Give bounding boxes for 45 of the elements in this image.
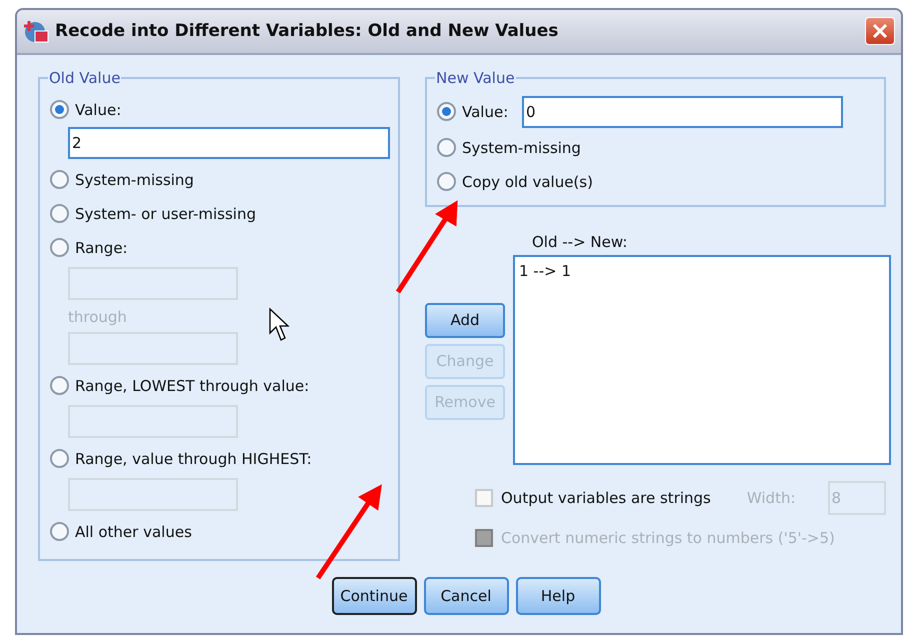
- radio-button[interactable]: [50, 170, 69, 190]
- radio-button[interactable]: [50, 449, 69, 468]
- radio-label: Value:: [75, 100, 122, 119]
- new-value-field[interactable]: 0: [522, 96, 843, 128]
- width-label: Width:: [746, 488, 796, 507]
- radio-label: Range, value through HIGHEST:: [75, 450, 312, 468]
- radio-label: System-missing: [75, 170, 194, 189]
- dialog-button[interactable]: Help: [516, 576, 600, 615]
- dialog-button[interactable]: Cancel: [424, 576, 508, 615]
- radio-label: System-missing: [462, 138, 581, 157]
- radio-button[interactable]: [50, 376, 69, 396]
- range-field[interactable]: [68, 404, 238, 438]
- mouse-pointer-icon: [269, 308, 290, 341]
- radio-label: Range:: [75, 238, 128, 257]
- radio-button[interactable]: [50, 238, 69, 258]
- close-icon: [872, 23, 888, 40]
- radio-button[interactable]: [437, 102, 456, 122]
- through-label: through: [68, 308, 127, 326]
- radio-label: Range, LOWEST through value:: [75, 376, 310, 395]
- list-item[interactable]: 1 --> 1: [519, 262, 885, 280]
- checkbox[interactable]: [475, 488, 493, 507]
- range-end-field[interactable]: [68, 332, 238, 365]
- window-title: Recode into Different Variables: Old and New Values: [55, 21, 560, 42]
- list-label: Old --> New:: [532, 232, 628, 251]
- radio-button[interactable]: [50, 522, 69, 542]
- mapping-list[interactable]: 1 --> 1: [513, 254, 891, 465]
- group-title: New Value: [435, 68, 516, 87]
- checkbox-label: Output variables are strings: [501, 488, 711, 507]
- group-title: Old Value: [48, 68, 122, 87]
- radio-label: Copy old value(s): [462, 172, 593, 191]
- range-start-field[interactable]: [68, 266, 238, 300]
- checkbox-label: Convert numeric strings to numbers ('5'->5): [501, 528, 835, 547]
- app-icon: [23, 19, 49, 44]
- list-action-button[interactable]: Add: [425, 302, 505, 338]
- radio-button[interactable]: [50, 204, 69, 224]
- value-field[interactable]: 2: [68, 126, 390, 159]
- radio-button[interactable]: [437, 172, 456, 192]
- radio-button[interactable]: [437, 138, 456, 158]
- radio-button[interactable]: [50, 100, 69, 120]
- dialog-button[interactable]: Continue: [332, 576, 416, 615]
- radio-label: Value:: [462, 102, 510, 121]
- range-field[interactable]: [68, 478, 238, 511]
- close-button[interactable]: [865, 17, 895, 46]
- radio-label: System- or user-missing: [75, 204, 256, 223]
- radio-label: All other values: [75, 522, 192, 541]
